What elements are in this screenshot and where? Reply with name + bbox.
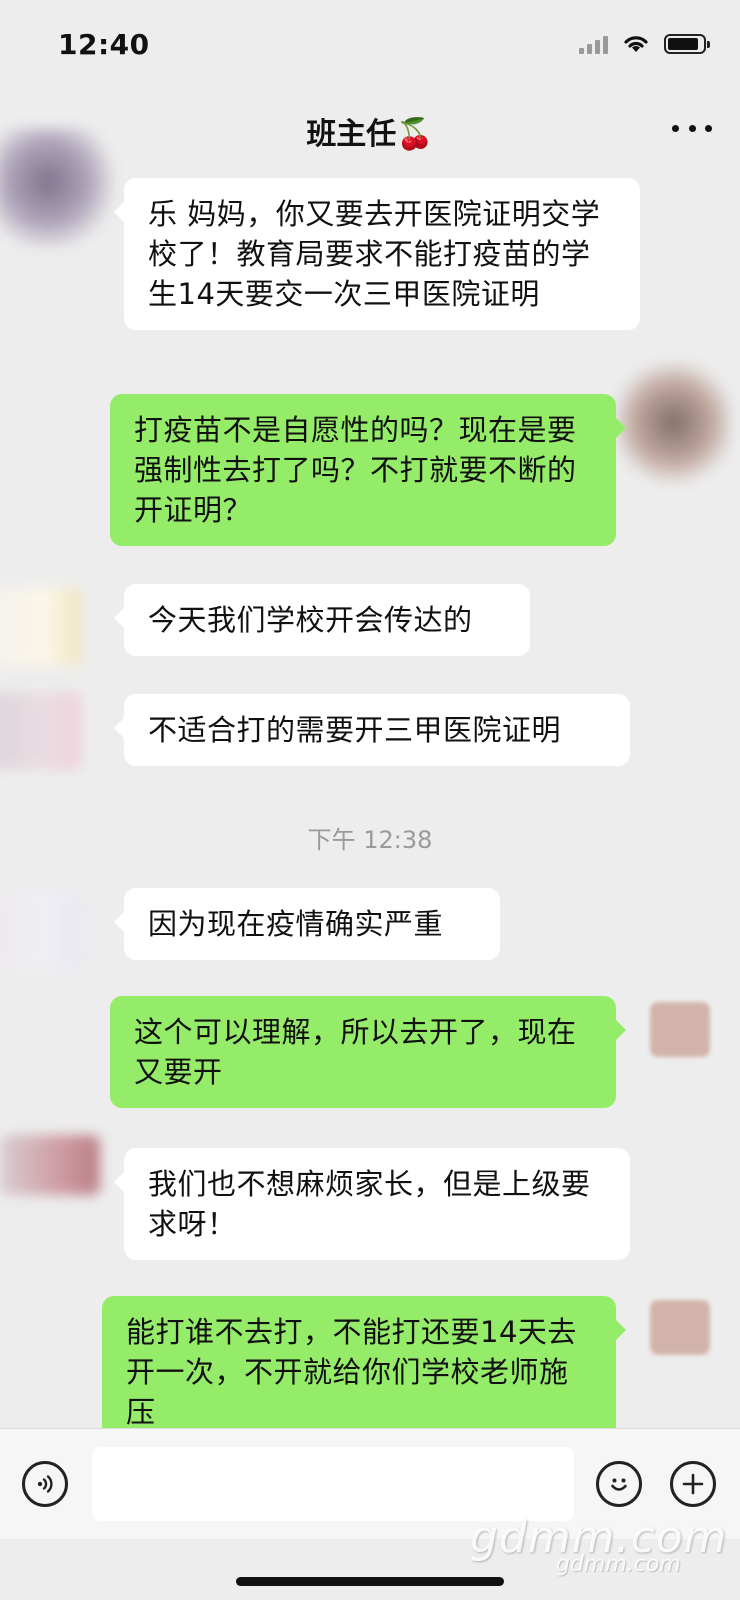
plus-icon — [682, 1473, 704, 1495]
message-input[interactable] — [92, 1447, 574, 1521]
avatar[interactable] — [650, 1300, 710, 1355]
message-timestamp: 下午 12:38 — [307, 826, 433, 854]
avatar[interactable] — [650, 1002, 710, 1057]
message-text: 能打谁不去打，不能打还要14天去开一次，不开就给你们学校老师施压 — [126, 1315, 577, 1429]
wifi-icon — [624, 36, 648, 52]
message-text: 乐 妈妈，你又要去开医院证明交学校了！教育局要求不能打疫苗的学生14天要交一次三… — [148, 197, 601, 311]
avatar[interactable] — [0, 692, 82, 770]
avatar[interactable] — [0, 588, 82, 666]
status-bar: 12:40 — [0, 0, 740, 95]
more-icon — [672, 124, 679, 132]
message-bubble-received[interactable]: 今天我们学校开会传达的 — [114, 584, 530, 656]
message-bubble-sent[interactable]: 能打谁不去打，不能打还要14天去开一次，不开就给你们学校老师施压 — [102, 1296, 626, 1429]
message-text: 因为现在疫情确实严重 — [148, 907, 444, 941]
message-text: 今天我们学校开会传达的 — [148, 603, 473, 637]
status-time: 12:40 — [58, 28, 150, 61]
status-icons — [579, 34, 710, 54]
message-text: 这个可以理解，所以去开了，现在又要开 — [134, 1015, 577, 1089]
message-text: 不适合打的需要开三甲医院证明 — [148, 713, 562, 747]
voice-icon — [37, 1475, 53, 1493]
home-indicator[interactable] — [236, 1577, 504, 1586]
message-bubble-sent[interactable]: 打疫苗不是自愿性的吗？现在是要强制性去打了吗？不打就要不断的开证明？ — [110, 394, 626, 546]
avatar[interactable] — [616, 360, 731, 485]
more-options-button[interactable] — [672, 121, 712, 135]
message-bubble-received[interactable]: 乐 妈妈，你又要去开医院证明交学校了！教育局要求不能打疫苗的学生14天要交一次三… — [114, 178, 640, 330]
voice-button[interactable] — [22, 1461, 68, 1507]
message-bubble-received[interactable]: 我们也不想麻烦家长，但是上级要求呀！ — [114, 1148, 630, 1260]
message-text: 打疫苗不是自愿性的吗？现在是要强制性去打了吗？不打就要不断的开证明？ — [134, 413, 577, 527]
signal-icon — [579, 34, 608, 54]
message-bubble-received[interactable]: 不适合打的需要开三甲医院证明 — [114, 694, 630, 766]
avatar[interactable] — [0, 892, 82, 970]
watermark-sub: gdmm.com — [556, 1552, 681, 1577]
plus-button[interactable] — [670, 1461, 716, 1507]
message-bubble-sent[interactable]: 这个可以理解，所以去开了，现在又要开 — [110, 996, 626, 1108]
emoji-icon — [611, 1478, 627, 1491]
battery-icon — [664, 34, 710, 54]
message-bubble-received[interactable]: 因为现在疫情确实严重 — [114, 888, 500, 960]
emoji-button[interactable] — [596, 1461, 642, 1507]
avatar[interactable] — [0, 128, 114, 248]
message-text: 我们也不想麻烦家长，但是上级要求呀！ — [148, 1167, 591, 1241]
avatar[interactable] — [0, 1135, 100, 1195]
